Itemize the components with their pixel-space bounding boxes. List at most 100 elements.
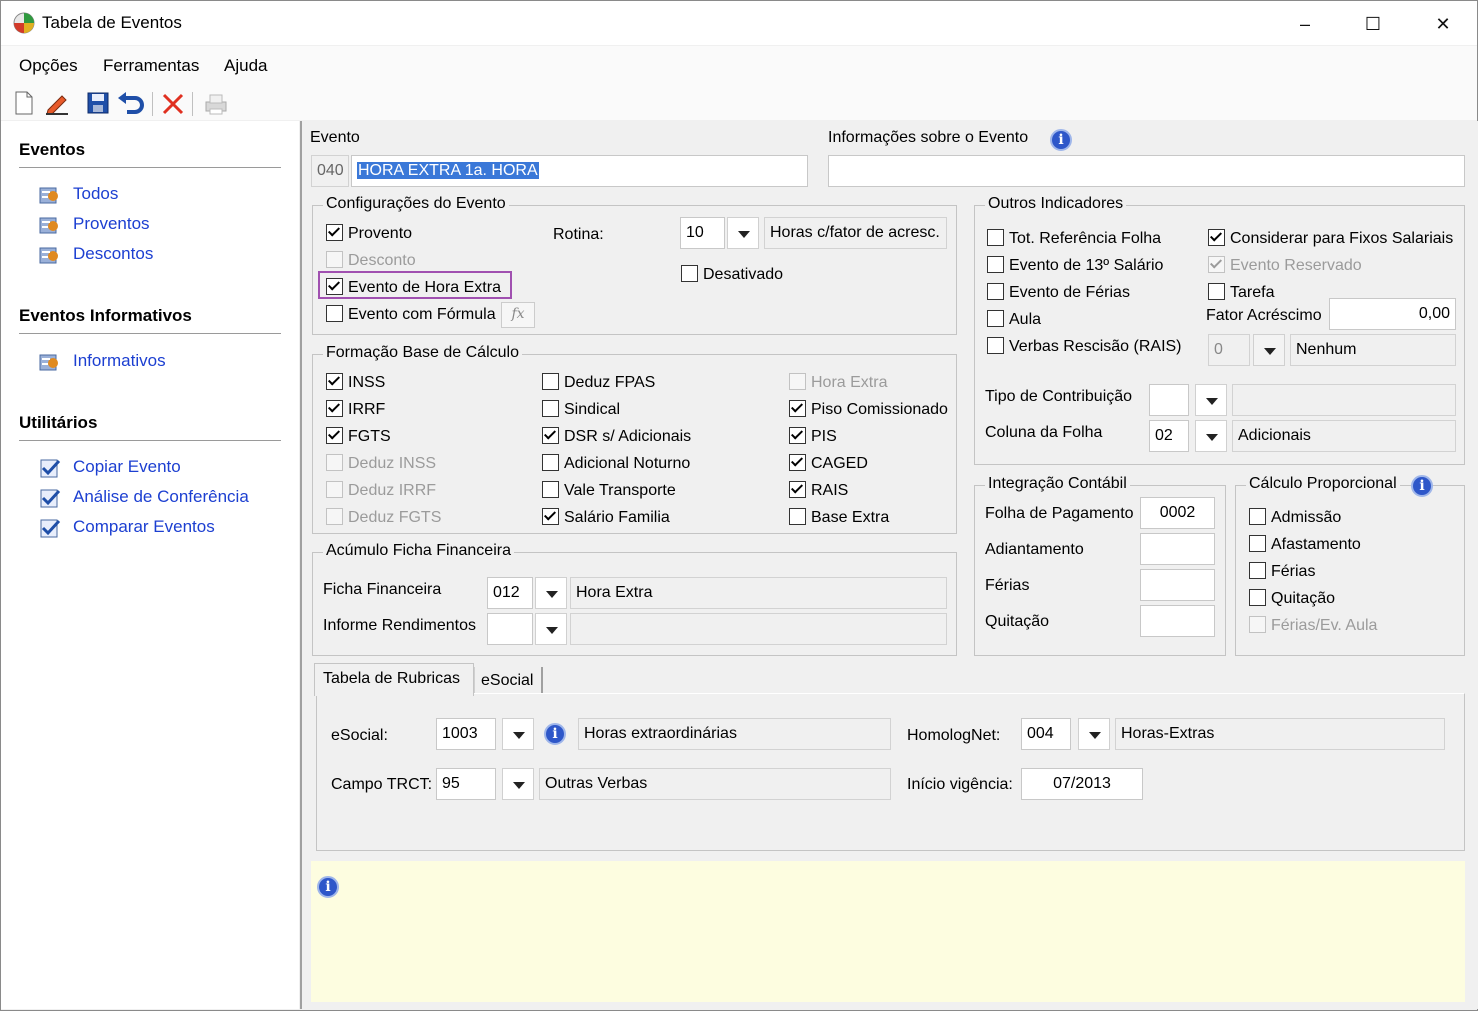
aula-checkbox[interactable]: Aula (987, 310, 1041, 329)
base-rais-checkbox[interactable]: RAIS (789, 481, 848, 500)
homolognet-code-field[interactable]: 004 (1021, 718, 1071, 750)
divider (19, 440, 281, 441)
save-icon[interactable] (87, 92, 109, 114)
ficha-dropdown-button[interactable] (535, 577, 567, 609)
informe-code-field[interactable] (487, 613, 533, 645)
info-icon[interactable]: i (1050, 129, 1072, 151)
info-icon[interactable]: i (1411, 475, 1433, 497)
nav-analise-conferencia[interactable]: Análise de Conferência (73, 487, 249, 507)
trct-dropdown-button[interactable] (502, 768, 534, 800)
base-adicional-noturno-checkbox[interactable]: Adicional Noturno (542, 454, 690, 473)
menu-opcoes[interactable]: Opções (19, 56, 78, 76)
menu-ferramentas[interactable]: Ferramentas (103, 56, 199, 76)
prop-ferias-checkbox[interactable]: Férias (1249, 562, 1315, 581)
nav-proventos[interactable]: Proventos (73, 214, 150, 234)
base-irrf-checkbox[interactable]: IRRF (326, 400, 385, 419)
nav-informativos[interactable]: Informativos (73, 351, 166, 371)
prop-quitacao-checkbox[interactable]: Quitação (1249, 589, 1335, 608)
tab-tabela-rubricas[interactable]: Tabela de Rubricas (323, 670, 460, 688)
users-icon (39, 187, 58, 204)
base-deduz-inss-checkbox: Deduz INSS (326, 454, 436, 473)
acumulo-group-title: Acúmulo Ficha Financeira (323, 542, 514, 560)
formula-icon[interactable]: fx (501, 302, 535, 328)
quitacao-label: Quitação (985, 613, 1050, 630)
base-salario-familia-checkbox[interactable]: Salário Familia (542, 508, 670, 527)
base-sindical-checkbox[interactable]: Sindical (542, 400, 620, 419)
menu-ajuda[interactable]: Ajuda (224, 56, 267, 76)
base-caged-checkbox[interactable]: CAGED (789, 454, 868, 473)
base-fgts-checkbox[interactable]: FGTS (326, 427, 391, 446)
quitacao-field[interactable] (1140, 605, 1215, 637)
considerar-fixos-checkbox[interactable]: Considerar para Fixos Salariais (1208, 229, 1453, 248)
desativado-checkbox[interactable]: Desativado (681, 265, 783, 284)
users-icon (39, 217, 58, 234)
esocial-code-field[interactable]: 1003 (436, 718, 496, 750)
delete-icon[interactable] (161, 92, 185, 116)
admissao-checkbox[interactable]: Admissão (1249, 508, 1341, 527)
evento-13-checkbox[interactable]: Evento de 13º Salário (987, 256, 1163, 275)
base-deduz-fpas-checkbox[interactable]: Deduz FPAS (542, 373, 655, 392)
provento-checkbox[interactable]: Provento (326, 224, 412, 243)
homolognet-dropdown-button[interactable] (1078, 718, 1110, 750)
base-pis-checkbox[interactable]: PIS (789, 427, 837, 446)
nav-descontos[interactable]: Descontos (73, 244, 153, 264)
section-title-informativos: Eventos Informativos (19, 306, 192, 325)
evento-name-field[interactable]: HORA EXTRA 1a. HORA (351, 155, 808, 187)
evento-name-selection: HORA EXTRA 1a. HORA (357, 162, 539, 179)
evento-label: Evento (310, 129, 360, 146)
informe-desc-field (570, 613, 947, 645)
evento-code-field: 040 (311, 155, 349, 187)
ficha-code-field[interactable]: 012 (487, 577, 533, 609)
section-title-eventos: Eventos (19, 140, 86, 159)
nav-todos[interactable]: Todos (73, 184, 118, 204)
base-piso-comissionado-checkbox[interactable]: Piso Comissionado (789, 400, 948, 419)
informe-dropdown-button[interactable] (535, 613, 567, 645)
coluna-code-field[interactable]: 02 (1149, 420, 1189, 452)
info-icon[interactable]: i (544, 723, 566, 745)
rescisao-dropdown-button (1253, 334, 1285, 366)
rotina-code-field[interactable]: 10 (680, 217, 725, 249)
edit-icon[interactable] (44, 91, 70, 115)
coluna-dropdown-button[interactable] (1195, 420, 1227, 452)
info-evento-field[interactable] (828, 155, 1465, 187)
new-document-icon[interactable] (13, 91, 35, 115)
rotina-desc-field: Horas c/fator de acresc. (764, 217, 947, 249)
hora-extra-checkbox[interactable]: Evento de Hora Extra (326, 278, 501, 297)
adiantamento-field[interactable] (1140, 533, 1215, 565)
evento-ferias-checkbox[interactable]: Evento de Férias (987, 283, 1130, 302)
trct-label: Campo TRCT: (331, 776, 433, 793)
base-vale-transporte-checkbox[interactable]: Vale Transporte (542, 481, 676, 500)
inicio-vigencia-field[interactable]: 07/2013 (1021, 768, 1143, 800)
minimize-button[interactable]: – (1285, 11, 1325, 37)
ferias-field[interactable] (1140, 569, 1215, 601)
tarefa-checkbox[interactable]: Tarefa (1208, 283, 1274, 302)
tipo-dropdown-button[interactable] (1195, 384, 1227, 416)
nav-copiar-evento[interactable]: Copiar Evento (73, 457, 181, 477)
esocial-dropdown-button[interactable] (502, 718, 534, 750)
esocial-label: eSocial: (331, 727, 388, 744)
tab-esocial[interactable]: eSocial (481, 672, 533, 690)
close-button[interactable]: ✕ (1423, 11, 1463, 37)
trct-desc-field: Outras Verbas (539, 768, 891, 800)
print-icon[interactable] (203, 92, 229, 116)
maximize-button[interactable]: ☐ (1353, 11, 1393, 37)
tipo-code-field[interactable] (1149, 384, 1189, 416)
formula-checkbox[interactable]: Evento com Fórmula (326, 305, 496, 324)
ferias-label: Férias (985, 577, 1030, 594)
proporcional-group-title: Cálculo Proporcional (1246, 475, 1400, 493)
fator-field[interactable]: 0,00 (1329, 298, 1456, 330)
base-base-extra-checkbox[interactable]: Base Extra (789, 508, 889, 527)
coluna-folha-label: Coluna da Folha (985, 424, 1103, 441)
integracao-group-title: Integração Contábil (985, 475, 1130, 493)
trct-code-field[interactable]: 95 (436, 768, 496, 800)
tipo-desc-field (1232, 384, 1456, 416)
tot-referencia-checkbox[interactable]: Tot. Referência Folha (987, 229, 1161, 248)
afastamento-checkbox[interactable]: Afastamento (1249, 535, 1361, 554)
undo-icon[interactable] (117, 92, 145, 114)
base-inss-checkbox[interactable]: INSS (326, 373, 385, 392)
folha-pagamento-field[interactable]: 0002 (1140, 497, 1215, 529)
rotina-dropdown-button[interactable] (727, 217, 759, 249)
nav-comparar-eventos[interactable]: Comparar Eventos (73, 517, 215, 537)
verbas-rescisao-checkbox[interactable]: Verbas Rescisão (RAIS) (987, 337, 1182, 356)
base-dsr-checkbox[interactable]: DSR s/ Adicionais (542, 427, 691, 446)
